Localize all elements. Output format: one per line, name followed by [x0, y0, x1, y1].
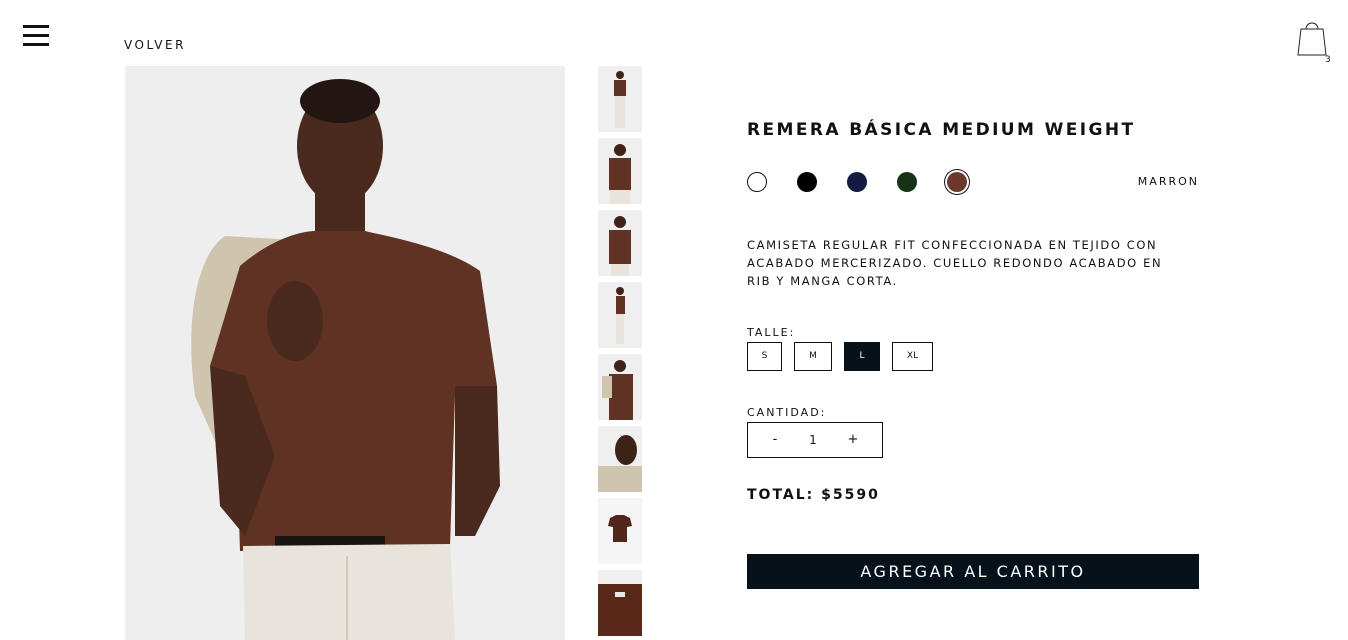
product-main-image	[125, 66, 565, 640]
size-option-l[interactable]: L	[844, 342, 880, 371]
color-swatch-brown[interactable]	[947, 172, 967, 192]
thumbnail-7[interactable]	[598, 498, 642, 564]
quantity-decrease-button[interactable]: -	[758, 423, 792, 457]
quantity-input[interactable]	[798, 423, 828, 457]
shopping-bag-icon	[1297, 22, 1327, 56]
color-selector: MARRON	[747, 170, 1199, 194]
quantity-increase-button[interactable]: +	[836, 423, 870, 457]
thumbnail-2[interactable]	[598, 138, 642, 204]
size-label: TALLE:	[747, 326, 796, 339]
color-swatch-navy[interactable]	[847, 172, 867, 192]
thumbnail-4[interactable]	[598, 282, 642, 348]
quantity-label: CANTIDAD:	[747, 406, 827, 419]
product-title: REMERA BÁSICA MEDIUM WEIGHT	[747, 120, 1136, 140]
thumbnail-strip	[598, 66, 642, 640]
color-swatch-black[interactable]	[797, 172, 817, 192]
thumbnail-1[interactable]	[598, 66, 642, 132]
cart-count-badge: 3	[1325, 55, 1331, 65]
back-link[interactable]: VOLVER	[124, 38, 186, 52]
add-to-cart-button[interactable]: AGREGAR AL CARRITO	[747, 554, 1199, 589]
thumbnail-5[interactable]	[598, 354, 642, 420]
quantity-stepper: - +	[747, 422, 883, 458]
color-swatch-green[interactable]	[897, 172, 917, 192]
product-description: CAMISETA REGULAR FIT CONFECCIONADA EN TE…	[747, 238, 1163, 288]
size-option-xl[interactable]: XL	[892, 342, 933, 371]
thumbnail-3[interactable]	[598, 210, 642, 276]
total-price: TOTAL: $5590	[747, 487, 880, 503]
size-option-m[interactable]: M	[794, 342, 832, 371]
size-option-s[interactable]: S	[747, 342, 782, 371]
hamburger-menu-icon[interactable]	[23, 25, 49, 47]
selected-color-name: MARRON	[1137, 175, 1199, 188]
cart-button[interactable]: 3	[1297, 19, 1333, 67]
thumbnail-8[interactable]	[598, 570, 642, 636]
color-swatch-white[interactable]	[747, 172, 767, 192]
thumbnail-6[interactable]	[598, 426, 642, 492]
